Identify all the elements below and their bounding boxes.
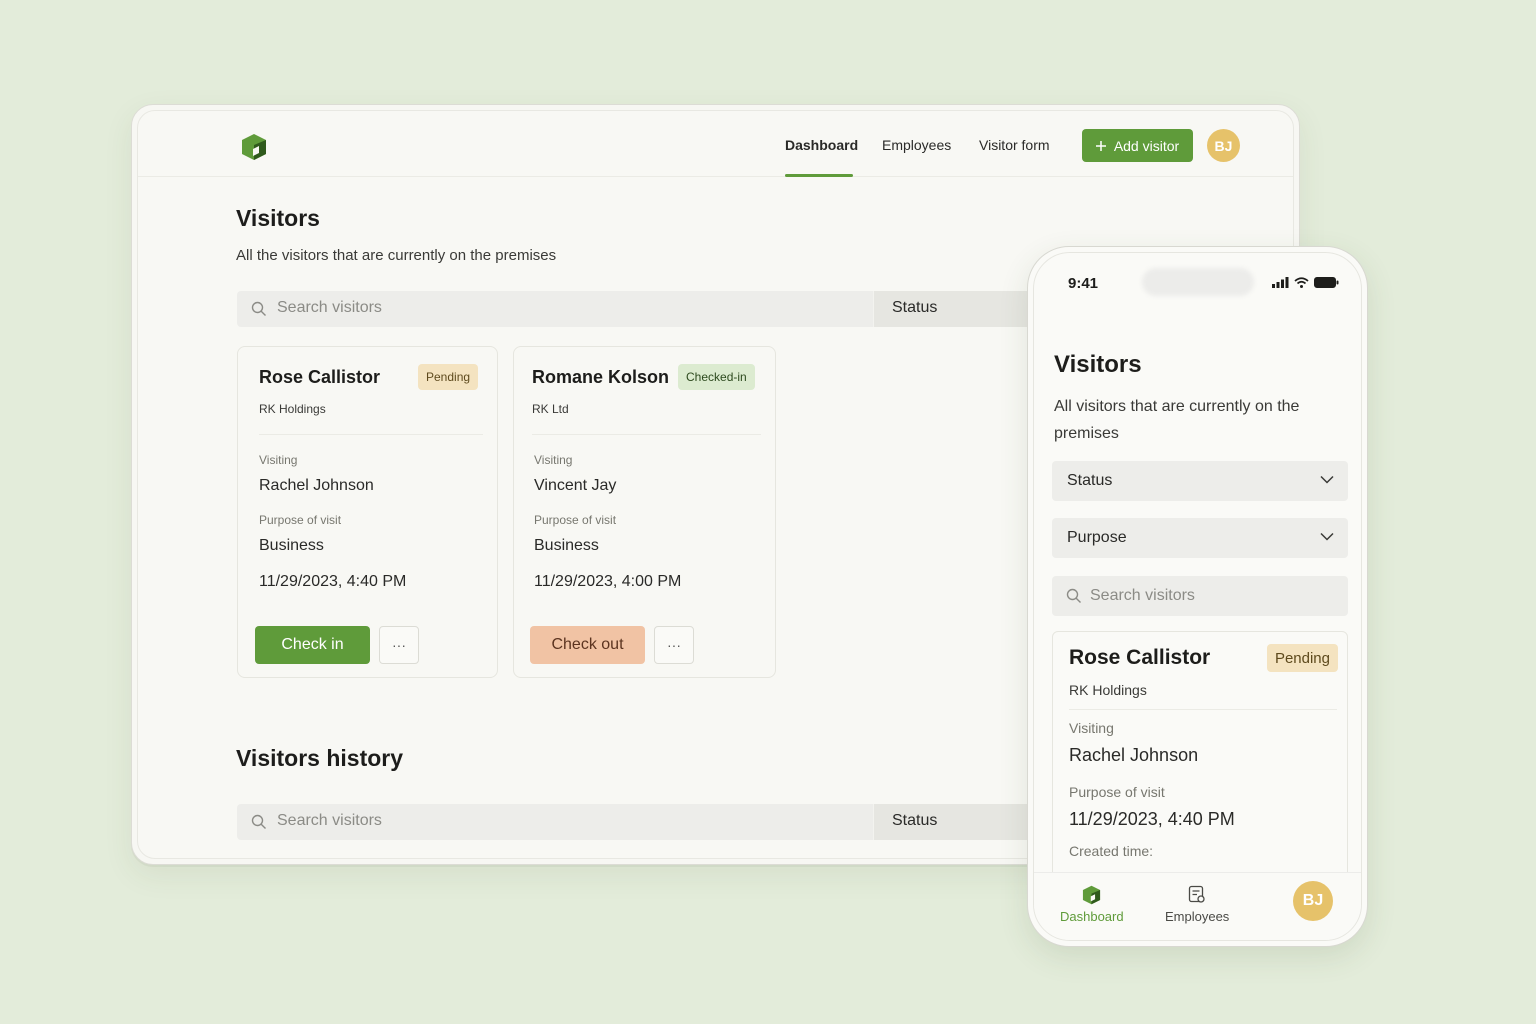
status-badge: Pending	[1266, 644, 1338, 672]
tab-employees[interactable]: Employees	[1165, 885, 1229, 924]
history-search-input[interactable]: Search visitors	[277, 812, 382, 830]
status-bar-time: 9:41	[1068, 275, 1099, 292]
visiting-value: Rachel Johnson	[1069, 745, 1199, 765]
plus-icon	[1095, 140, 1106, 151]
page-title: Visitors	[236, 205, 320, 231]
card-divider	[1069, 709, 1337, 710]
avatar[interactable]: BJ	[1293, 881, 1333, 921]
phone-search-bar[interactable]: Search visitors	[1052, 576, 1348, 616]
tab-dashboard[interactable]: Dashboard	[1060, 885, 1124, 924]
phone-screen: 9:41 Visitors All visitors that are curr…	[1033, 252, 1362, 941]
add-visitor-label: Add visitor	[1113, 137, 1180, 154]
status-filter-label: Status	[892, 299, 938, 316]
bottom-tab-bar: Dashboard Employees BJ	[1034, 872, 1361, 940]
card-divider	[532, 434, 761, 435]
purpose-select[interactable]: Purpose	[1052, 518, 1348, 558]
nav-dashboard[interactable]: Dashboard	[785, 137, 858, 153]
chevron-down-icon	[1320, 475, 1334, 484]
phone-device: 9:41 Visitors All visitors that are curr…	[1027, 246, 1368, 947]
logo-icon[interactable]	[241, 133, 267, 161]
visitor-card: Romane Kolson Checked-in RK Ltd Visiting…	[513, 346, 776, 678]
visiting-label: Visiting	[534, 453, 573, 467]
chevron-down-icon	[1320, 532, 1334, 541]
status-select[interactable]: Status	[1052, 461, 1348, 501]
visitor-company: RK Holdings	[1069, 682, 1147, 698]
visiting-label: Visiting	[1069, 720, 1114, 736]
visiting-value: Vincent Jay	[534, 477, 617, 494]
signal-icon	[1272, 277, 1289, 288]
purpose-value: Business	[259, 537, 324, 554]
visitor-card: Rose Callistor Pending RK Holdings Visit…	[237, 346, 498, 678]
dashboard-icon	[1083, 885, 1101, 905]
visiting-label: Visiting	[259, 453, 298, 467]
visit-datetime: 11/29/2023, 4:40 PM	[1069, 809, 1235, 829]
dynamic-island	[1142, 268, 1254, 296]
nav-visitor-form[interactable]: Visitor form	[979, 137, 1050, 153]
visitor-card: Rose Callistor Pending RK Holdings Visit…	[1052, 631, 1348, 891]
history-status-label: Status	[892, 812, 938, 829]
battery-icon	[1314, 277, 1339, 288]
wifi-icon	[1294, 277, 1309, 288]
status-badge: Pending	[418, 364, 479, 390]
visitor-search-bar[interactable]: Search visitors Status	[237, 291, 1073, 327]
visitor-name: Rose Callistor	[1069, 646, 1211, 669]
search-icon	[251, 301, 266, 316]
purpose-value: Business	[534, 537, 599, 554]
visitor-company: RK Holdings	[259, 402, 326, 416]
phone-page-title: Visitors	[1054, 351, 1142, 378]
tab-dashboard-label: Dashboard	[1060, 909, 1124, 924]
history-title: Visitors history	[236, 745, 404, 771]
status-select-label: Status	[1067, 472, 1113, 489]
visitor-name: Romane Kolson	[532, 367, 670, 387]
nav-active-indicator	[785, 174, 853, 177]
add-visitor-button[interactable]: Add visitor	[1082, 129, 1193, 162]
page-subtitle: All the visitors that are currently on t…	[236, 247, 557, 264]
check-out-button[interactable]: Check out	[530, 626, 645, 664]
tab-employees-label: Employees	[1165, 909, 1230, 924]
purpose-label: Purpose of visit	[534, 513, 617, 527]
check-in-button[interactable]: Check in	[255, 626, 370, 664]
more-icon: ···	[667, 637, 681, 653]
card-divider	[259, 434, 483, 435]
purpose-label: Purpose of visit	[259, 513, 342, 527]
more-options-button[interactable]: ···	[379, 626, 419, 664]
nav-employees[interactable]: Employees	[882, 137, 951, 153]
history-search-bar[interactable]: Search visitors Status	[237, 804, 1073, 840]
search-icon	[251, 814, 266, 829]
search-icon	[1066, 588, 1081, 603]
visiting-value: Rachel Johnson	[259, 477, 374, 494]
purpose-label: Purpose of visit	[1069, 784, 1165, 800]
more-icon: ···	[392, 637, 406, 653]
status-bar-icons	[1272, 277, 1339, 288]
more-options-button[interactable]: ···	[654, 626, 694, 664]
avatar[interactable]: BJ	[1207, 129, 1240, 162]
visit-datetime: 11/29/2023, 4:00 PM	[534, 573, 682, 590]
visitor-name: Rose Callistor	[259, 367, 381, 387]
purpose-select-label: Purpose	[1067, 529, 1127, 546]
search-input[interactable]: Search visitors	[277, 299, 382, 317]
top-navigation: Dashboard Employees Visitor form Add vis…	[138, 111, 1293, 177]
status-badge: Checked-in	[678, 364, 755, 390]
phone-page-subtitle: All visitors that are currently on the p…	[1054, 398, 1300, 442]
visit-datetime: 11/29/2023, 4:40 PM	[259, 573, 407, 590]
created-time-label: Created time:	[1069, 843, 1154, 859]
visitor-company: RK Ltd	[532, 402, 569, 416]
phone-search-input[interactable]: Search visitors	[1090, 587, 1195, 605]
employees-icon	[1189, 885, 1205, 903]
